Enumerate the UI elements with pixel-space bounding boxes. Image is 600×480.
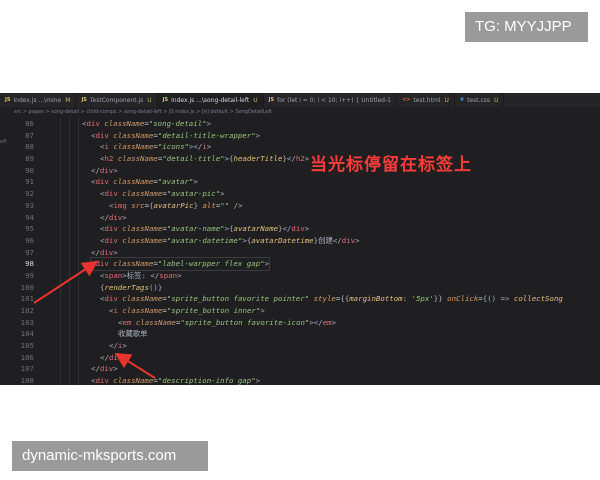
watermark-top: TG: MYYJJPP [465, 12, 588, 42]
arrow-to-line-99 [33, 260, 99, 304]
watermark-bottom: dynamic-mksports.com [12, 441, 208, 471]
arrow-to-line-107 [114, 352, 156, 379]
annotation-arrows [33, 260, 156, 379]
